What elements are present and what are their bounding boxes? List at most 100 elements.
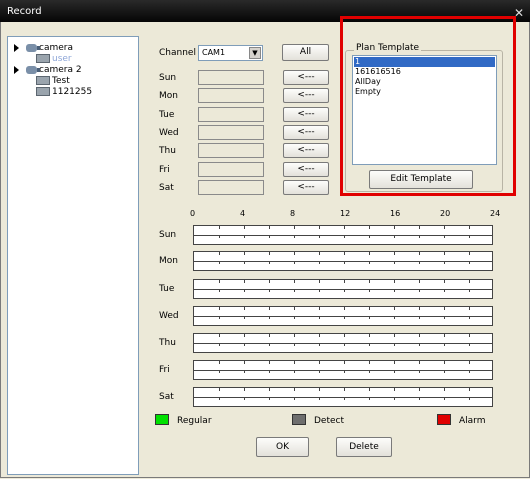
hour-tick bbox=[294, 316, 295, 319]
legend-swatch bbox=[437, 414, 451, 425]
hour-tick bbox=[369, 397, 370, 400]
ok-button[interactable]: OK bbox=[256, 437, 309, 457]
hour-tick bbox=[419, 370, 420, 373]
copy-template-button[interactable]: <--- bbox=[283, 70, 329, 85]
hour-tick bbox=[319, 334, 320, 337]
day-template-field[interactable] bbox=[198, 143, 264, 158]
copy-template-button[interactable]: <--- bbox=[283, 107, 329, 122]
hour-tick bbox=[419, 361, 420, 364]
hour-tick bbox=[319, 361, 320, 364]
day-template-field[interactable] bbox=[198, 162, 264, 177]
legend-label: Regular bbox=[177, 416, 212, 426]
channel-select[interactable]: CAM1 ▼ bbox=[198, 45, 263, 61]
hour-tick bbox=[419, 388, 420, 391]
hour-tick bbox=[269, 289, 270, 292]
hour-label: 8 bbox=[290, 209, 296, 218]
day-label: Thu bbox=[159, 146, 176, 156]
day-template-field[interactable] bbox=[198, 125, 264, 140]
hour-tick bbox=[444, 343, 445, 346]
day-template-field[interactable] bbox=[198, 180, 264, 195]
day-template-field[interactable] bbox=[198, 88, 264, 103]
camera-tree[interactable]: camera user camera 2 Test 1121255 bbox=[7, 36, 139, 475]
hour-tick bbox=[269, 316, 270, 319]
hour-tick bbox=[244, 226, 245, 229]
hour-tick bbox=[394, 280, 395, 283]
hour-tick bbox=[344, 307, 345, 310]
edit-template-button[interactable]: Edit Template bbox=[369, 170, 473, 189]
hour-tick bbox=[294, 343, 295, 346]
schedule-bar[interactable] bbox=[193, 360, 493, 380]
hour-tick bbox=[444, 334, 445, 337]
chevron-down-icon[interactable]: ▼ bbox=[249, 47, 261, 59]
hour-tick bbox=[244, 316, 245, 319]
hour-tick bbox=[419, 307, 420, 310]
hour-tick bbox=[344, 235, 345, 238]
hour-tick bbox=[444, 252, 445, 255]
hour-tick bbox=[369, 235, 370, 238]
hour-tick bbox=[294, 397, 295, 400]
hour-tick bbox=[294, 280, 295, 283]
hour-tick bbox=[319, 252, 320, 255]
template-list-item[interactable]: 1 bbox=[354, 57, 495, 67]
copy-template-button[interactable]: <--- bbox=[283, 180, 329, 195]
hour-tick bbox=[269, 280, 270, 283]
hour-tick bbox=[394, 235, 395, 238]
day-template-field[interactable] bbox=[198, 70, 264, 85]
hour-tick bbox=[319, 388, 320, 391]
schedule-bar[interactable] bbox=[193, 251, 493, 271]
plan-template-label: Plan Template bbox=[354, 43, 422, 53]
expand-arrow-icon[interactable] bbox=[14, 44, 19, 52]
schedule-day-label: Sun bbox=[159, 230, 177, 240]
hour-tick bbox=[469, 235, 470, 238]
template-list-item[interactable]: 161616516 bbox=[354, 67, 495, 77]
hour-tick bbox=[444, 235, 445, 238]
plan-template-list[interactable]: 1 161616516 AllDay Empty bbox=[352, 55, 497, 165]
hour-tick bbox=[344, 316, 345, 319]
expand-arrow-icon[interactable] bbox=[14, 66, 19, 74]
hour-tick bbox=[469, 361, 470, 364]
hour-tick bbox=[419, 235, 420, 238]
hour-tick bbox=[444, 261, 445, 264]
camera-icon bbox=[26, 65, 40, 74]
all-button[interactable]: All bbox=[282, 44, 329, 61]
tree-item-label: camera 2 bbox=[39, 65, 82, 75]
template-list-item[interactable]: AllDay bbox=[354, 77, 495, 87]
hour-tick bbox=[469, 388, 470, 391]
hour-tick bbox=[219, 334, 220, 337]
hour-tick bbox=[244, 252, 245, 255]
hour-tick bbox=[219, 289, 220, 292]
copy-template-button[interactable]: <--- bbox=[283, 162, 329, 177]
template-list-item[interactable]: Empty bbox=[354, 87, 495, 97]
copy-template-button[interactable]: <--- bbox=[283, 143, 329, 158]
hour-tick bbox=[294, 289, 295, 292]
hour-tick bbox=[269, 370, 270, 373]
hour-tick bbox=[444, 361, 445, 364]
schedule-bar[interactable] bbox=[193, 333, 493, 353]
hour-tick bbox=[219, 361, 220, 364]
copy-template-button[interactable]: <--- bbox=[283, 125, 329, 140]
hour-tick bbox=[269, 235, 270, 238]
hour-tick bbox=[419, 334, 420, 337]
hour-tick bbox=[344, 334, 345, 337]
schedule-bar[interactable] bbox=[193, 279, 493, 299]
hour-tick bbox=[369, 252, 370, 255]
hour-tick bbox=[219, 370, 220, 373]
schedule-day-label: Mon bbox=[159, 256, 178, 266]
hour-tick bbox=[219, 307, 220, 310]
schedule-bar[interactable] bbox=[193, 387, 493, 407]
schedule-bar[interactable] bbox=[193, 225, 493, 245]
hour-tick bbox=[369, 316, 370, 319]
day-template-field[interactable] bbox=[198, 107, 264, 122]
tree-item[interactable]: 1121255 bbox=[36, 86, 92, 98]
hour-tick bbox=[344, 289, 345, 292]
schedule-bar[interactable] bbox=[193, 306, 493, 326]
hour-label: 16 bbox=[390, 209, 401, 218]
delete-button[interactable]: Delete bbox=[336, 437, 392, 457]
hour-tick bbox=[269, 226, 270, 229]
copy-template-button[interactable]: <--- bbox=[283, 88, 329, 103]
hour-tick bbox=[269, 343, 270, 346]
hour-tick bbox=[269, 307, 270, 310]
hour-tick bbox=[369, 261, 370, 264]
hour-tick bbox=[219, 261, 220, 264]
tree-item-label: 1121255 bbox=[52, 87, 93, 97]
